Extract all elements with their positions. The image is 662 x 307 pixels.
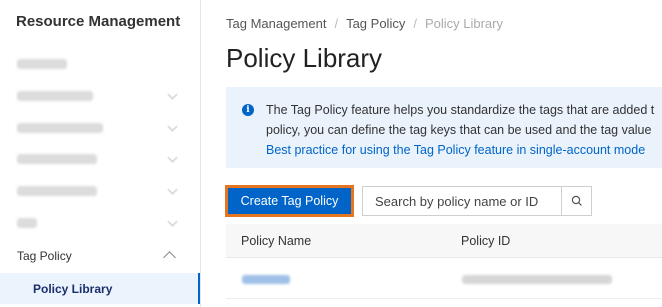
info-text-line-1: The Tag Policy feature helps you standar… [266,103,655,117]
main-content: Tag Management / Tag Policy / Policy Library… [201,0,662,307]
table-row [226,259,662,299]
chevron-down-icon [167,216,178,227]
best-practice-link[interactable]: Best practice for using the Tag Policy f… [266,140,662,160]
search-button[interactable] [561,187,591,215]
breadcrumb-item-current: Policy Library [424,16,503,31]
info-text-line-2: policy, you can define the tag keys that… [266,123,652,137]
sidebar-item-tag[interactable] [0,207,200,238]
obscured-label [17,217,37,228]
sidebar-item-overview[interactable] [0,48,200,79]
sidebar-item-label: Tag Policy [17,248,72,263]
info-notice: i The Tag Policy feature helps you stand… [226,87,662,168]
search-icon [571,195,582,206]
obscured-label [17,122,103,133]
create-tag-policy-button[interactable]: Create Tag Policy [226,186,353,216]
breadcrumb-item-tag-management[interactable]: Tag Management [226,16,326,31]
policy-id-value [462,275,612,284]
search-input[interactable] [363,187,561,215]
obscured-label [17,90,93,101]
sidebar-item-resource-center[interactable] [0,80,200,111]
sidebar-item-resource-sharing[interactable] [0,143,200,174]
breadcrumb-separator: / [334,16,339,31]
sidebar-item-resource-directory[interactable] [0,112,200,143]
sidebar-item-policy-library[interactable]: Policy Library [0,273,200,304]
sidebar-item-label: Policy Library [33,281,113,296]
sidebar-title: Resource Management [16,13,181,30]
chevron-down-icon [167,184,178,195]
info-icon: i [242,104,254,116]
policy-name-link[interactable] [242,275,290,284]
chevron-down-icon [167,152,178,163]
sidebar: Resource Management Tag Policy Policy Li… [0,0,201,307]
breadcrumb-separator: / [413,16,417,31]
column-header-policy-name: Policy Name [241,234,312,248]
sidebar-item-resource-group[interactable] [0,175,200,206]
table-header: Policy Name Policy ID [226,224,662,258]
search-box [362,186,592,216]
breadcrumb-item-tag-policy[interactable]: Tag Policy [346,16,405,31]
chevron-down-icon [167,89,178,100]
page-title: Policy Library [226,43,383,73]
obscured-label [17,185,97,196]
obscured-label [17,153,97,164]
sidebar-item-tag-policy[interactable]: Tag Policy [0,240,200,271]
breadcrumb: Tag Management / Tag Policy / Policy Library [226,16,503,31]
chevron-up-icon [163,251,176,264]
chevron-down-icon [167,121,178,132]
column-header-policy-id: Policy ID [461,234,511,248]
obscured-label [17,58,67,69]
